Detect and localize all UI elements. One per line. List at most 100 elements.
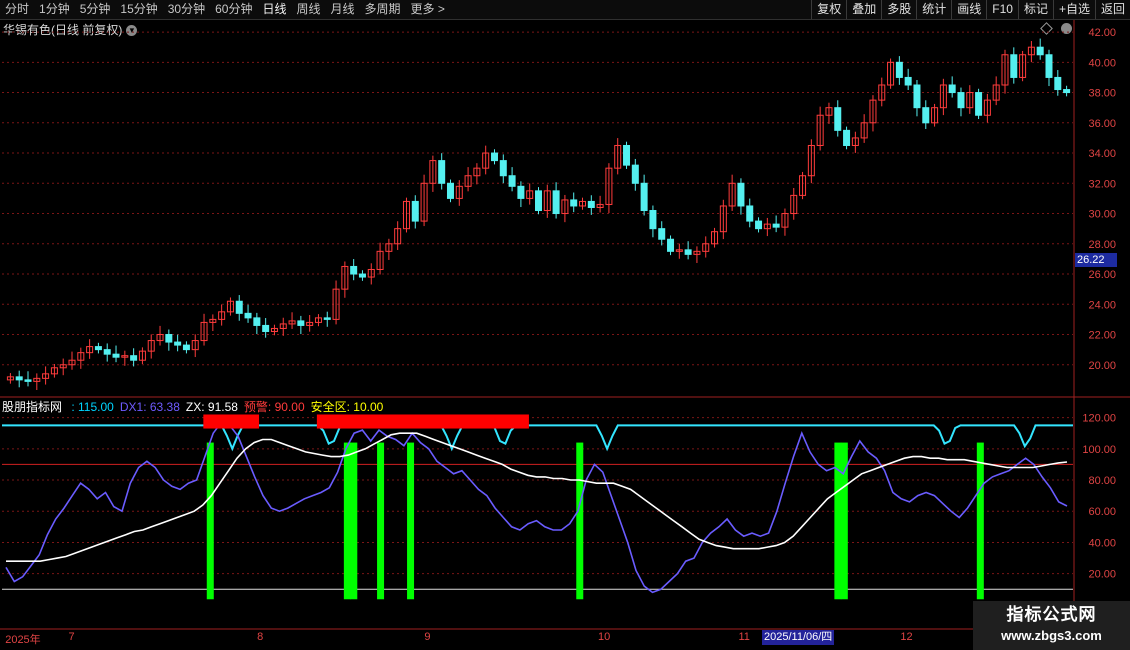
candle-body-64 — [570, 199, 578, 207]
price-tick-9: 38.00 — [1088, 88, 1116, 100]
price-tick-3: 26.00 — [1088, 269, 1116, 281]
toolbar-action-8[interactable]: 返回 — [1094, 0, 1130, 19]
candle-body-66 — [587, 200, 595, 208]
signal-bar-6 — [834, 442, 842, 600]
alert-box-0 — [203, 414, 260, 429]
signal-bar-1 — [343, 442, 351, 600]
price-tick-8: 36.00 — [1088, 118, 1116, 130]
date-label-0: 2025年 — [5, 634, 41, 646]
candle-body-12 — [112, 353, 120, 358]
candle-body-73 — [649, 210, 657, 230]
period-tab-0[interactable]: 分时 — [0, 0, 34, 19]
signal-bar-5 — [576, 442, 584, 600]
candle-body-114 — [1010, 54, 1018, 78]
ind-tick-2: 60.00 — [1088, 506, 1116, 518]
period-tab-5[interactable]: 60分钟 — [210, 0, 257, 19]
candle-body-62 — [552, 190, 560, 215]
period-tab-4[interactable]: 30分钟 — [163, 0, 210, 19]
signal-bar-4 — [407, 442, 415, 600]
candle-body-18 — [165, 334, 173, 343]
candle-body-56 — [499, 160, 507, 177]
candle-body-104 — [922, 107, 930, 124]
candle-body-29 — [262, 324, 270, 332]
indicator-field-1: DX1: 63.38 — [119, 400, 180, 414]
alert-box-1 — [316, 414, 529, 429]
price-tick-5: 30.00 — [1088, 209, 1116, 221]
price-tick-2: 24.00 — [1088, 299, 1116, 311]
candle-body-1 — [15, 376, 23, 381]
candle-body-11 — [103, 349, 111, 355]
period-tab-10[interactable]: 更多 > — [406, 0, 450, 19]
period-tab-6[interactable]: 日线 — [257, 0, 291, 19]
candle-body-85 — [755, 220, 763, 230]
signal-bar-3 — [377, 442, 385, 600]
ind-tick-1: 40.00 — [1088, 537, 1116, 549]
candle-body-108 — [957, 92, 965, 109]
candle-body-70 — [623, 144, 631, 166]
candle-body-74 — [658, 228, 666, 240]
candle-body-33 — [297, 320, 305, 326]
period-tab-3[interactable]: 15分钟 — [115, 0, 162, 19]
candle-body-75 — [667, 238, 675, 252]
period-tab-7[interactable]: 周线 — [291, 0, 325, 19]
toolbar-action-5[interactable]: F10 — [986, 0, 1018, 19]
toolbar-action-7[interactable]: +自选 — [1052, 0, 1095, 19]
period-tab-1[interactable]: 1分钟 — [34, 0, 75, 19]
candle-body-14 — [130, 355, 138, 361]
period-tab-8[interactable]: 月线 — [326, 0, 360, 19]
date-label-4: 10 — [598, 631, 611, 643]
candle-body-60 — [535, 190, 542, 212]
price-tick-6: 32.00 — [1088, 178, 1116, 190]
top-toolbar: 分时 1分钟 5分钟 15分钟 30分钟 60分钟 日线 周线 月线 多周期 更多 > 复权 叠加 多股… — [0, 0, 1130, 20]
indicator-field-3: 预警: 90.00 — [243, 400, 305, 414]
candle-body-103 — [913, 84, 921, 109]
candle-body-39 — [350, 265, 358, 275]
candle-body-118 — [1045, 54, 1053, 78]
ind-tick-0: 20.00 — [1088, 569, 1116, 581]
toolbar-action-6[interactable]: 标记 — [1017, 0, 1053, 19]
toolbar-action-3[interactable]: 统计 — [916, 0, 951, 19]
candle-body-72 — [640, 182, 648, 212]
candle-body-36 — [323, 317, 331, 320]
signal-bar-0 — [206, 442, 214, 600]
candle-body-2 — [24, 379, 32, 382]
toolbar-action-4[interactable]: 画线 — [951, 0, 986, 19]
candle-body-50 — [446, 182, 454, 199]
price-tick-11: 42.00 — [1088, 27, 1116, 39]
current-price-tag: 26.22 — [1075, 253, 1117, 267]
period-tab-2[interactable]: 5分钟 — [75, 0, 116, 19]
toolbar-action-0[interactable]: 复权 — [811, 0, 846, 19]
candle-body-58 — [517, 185, 525, 199]
candle-body-28 — [253, 317, 261, 326]
indicator-legend: 股朋指标网 : 115.00 DX1: 63.38 ZX: 91.58 预警: 90.… — [2, 398, 389, 415]
price-tick-7: 34.00 — [1088, 148, 1116, 160]
candle-body-84 — [746, 205, 754, 222]
price-tick-10: 40.00 — [1088, 57, 1116, 69]
watermark-logo: 指标公式网 www.zbgs3.com — [973, 601, 1130, 650]
candle-body-46 — [411, 200, 419, 222]
date-label-1: 7 — [68, 631, 75, 643]
candle-body-102 — [904, 76, 912, 86]
candle-body-77 — [684, 249, 692, 255]
toolbar-action-2[interactable]: 多股 — [881, 0, 916, 19]
period-tab-9[interactable]: 多周期 — [360, 0, 406, 19]
cursor-date: 2025/11/06/四 — [762, 630, 835, 645]
candle-body-107 — [948, 84, 956, 94]
toolbar-action-1[interactable]: 叠加 — [846, 0, 881, 19]
chart-canvas[interactable]: 20.00 22.00 24.00 26.00 28.00 30.00 32.00 34.00… — [0, 20, 1130, 630]
candle-body-20 — [182, 344, 190, 351]
ind-tick-5: 120.00 — [1082, 413, 1116, 425]
date-label-5: 11 — [738, 631, 750, 643]
candle-body-83 — [737, 182, 745, 207]
period-tabs: 分时 1分钟 5分钟 15分钟 30分钟 60分钟 日线 周线 月线 多周期 更多 > — [0, 0, 450, 19]
candle-body-87 — [772, 223, 780, 228]
date-label-6: 12 — [900, 631, 913, 643]
signal-bar-2 — [350, 442, 358, 600]
candle-body-19 — [174, 341, 182, 346]
toolbar-actions: 复权 叠加 多股 统计 画线 F10 标记 +自选 返回 — [811, 0, 1130, 19]
candle-body-71 — [631, 164, 639, 184]
candle-body-27 — [244, 312, 252, 319]
watermark-title: 指标公式网 — [1006, 605, 1097, 624]
dx1-line — [5, 421, 1068, 594]
candle-body-94 — [834, 107, 842, 131]
